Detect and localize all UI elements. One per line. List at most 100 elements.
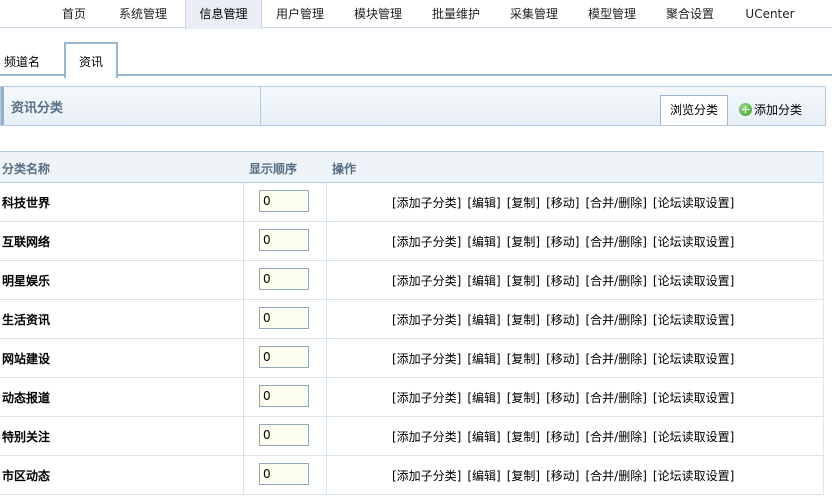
column-divider — [326, 378, 327, 416]
add-subcategory-link[interactable]: [添加子分类] — [392, 469, 461, 483]
merge-delete-link[interactable]: [合并/删除] — [586, 274, 647, 288]
move-link[interactable]: [移动] — [546, 430, 579, 444]
nav-tab-aggregate[interactable]: 聚合设置 — [658, 0, 722, 28]
move-link[interactable]: [移动] — [546, 235, 579, 249]
top-navigation: 首页 系统管理 信息管理 用户管理 模块管理 批量维护 采集管理 模型管理 聚合… — [0, 0, 832, 29]
add-subcategory-link[interactable]: [添加子分类] — [392, 196, 461, 210]
nav-tab-models[interactable]: 模型管理 — [580, 0, 644, 28]
forum-settings-link[interactable]: [论坛读取设置] — [653, 391, 734, 405]
nav-tab-home[interactable]: 首页 — [50, 0, 98, 28]
add-subcategory-link[interactable]: [添加子分类] — [392, 274, 461, 288]
table-row: 互联网络 [添加子分类] [编辑] [复制] [移动] [合并/删除] [论坛读取设置] — [0, 222, 823, 261]
display-order-input[interactable] — [259, 424, 309, 446]
move-link[interactable]: [移动] — [546, 469, 579, 483]
edit-link[interactable]: [编辑] — [467, 196, 500, 210]
add-subcategory-link[interactable]: [添加子分类] — [392, 352, 461, 366]
forum-settings-link[interactable]: [论坛读取设置] — [653, 196, 734, 210]
copy-link[interactable]: [复制] — [507, 196, 540, 210]
move-link[interactable]: [移动] — [546, 196, 579, 210]
merge-delete-link[interactable]: [合并/删除] — [586, 196, 647, 210]
forum-settings-link[interactable]: [论坛读取设置] — [653, 352, 734, 366]
column-divider — [326, 456, 327, 494]
forum-settings-link[interactable]: [论坛读取设置] — [653, 235, 734, 249]
column-divider — [243, 183, 244, 221]
move-link[interactable]: [移动] — [546, 274, 579, 288]
merge-delete-link[interactable]: [合并/删除] — [586, 469, 647, 483]
display-order-input[interactable] — [259, 463, 309, 485]
category-name: 网站建设 — [2, 352, 51, 366]
edit-link[interactable]: [编辑] — [467, 235, 500, 249]
column-divider — [243, 300, 244, 338]
forum-settings-link[interactable]: [论坛读取设置] — [653, 313, 734, 327]
section-title: 资讯分类 — [11, 101, 64, 116]
add-category-label: 添加分类 — [754, 103, 803, 117]
copy-link[interactable]: [复制] — [507, 352, 540, 366]
edit-link[interactable]: [编辑] — [467, 469, 500, 483]
edit-link[interactable]: [编辑] — [467, 313, 500, 327]
copy-link[interactable]: [复制] — [507, 391, 540, 405]
merge-delete-link[interactable]: [合并/删除] — [586, 313, 647, 327]
move-link[interactable]: [移动] — [546, 313, 579, 327]
column-divider — [326, 339, 327, 377]
forum-settings-link[interactable]: [论坛读取设置] — [653, 469, 734, 483]
add-subcategory-link[interactable]: [添加子分类] — [392, 235, 461, 249]
edit-link[interactable]: [编辑] — [467, 391, 500, 405]
display-order-input[interactable] — [259, 229, 309, 251]
edit-link[interactable]: [编辑] — [467, 352, 500, 366]
merge-delete-link[interactable]: [合并/删除] — [586, 391, 647, 405]
row-actions: [添加子分类] [编辑] [复制] [移动] [合并/删除] [论坛读取设置] — [392, 389, 740, 406]
merge-delete-link[interactable]: [合并/删除] — [586, 235, 647, 249]
display-order-input[interactable] — [259, 385, 309, 407]
header-category-name: 分类名称 — [2, 162, 51, 176]
browse-categories-button[interactable]: 浏览分类 — [660, 95, 728, 125]
copy-link[interactable]: [复制] — [507, 469, 540, 483]
section-divider — [260, 87, 261, 125]
nav-tab-modules[interactable]: 模块管理 — [346, 0, 410, 28]
table-body: 科技世界 [添加子分类][编辑][复制][移动][合并/删除][论坛读取设置] … — [0, 183, 823, 495]
column-divider — [326, 183, 327, 221]
edit-link[interactable]: [编辑] — [467, 430, 500, 444]
merge-delete-link[interactable]: [合并/删除] — [586, 430, 647, 444]
copy-link[interactable]: [复制] — [507, 430, 540, 444]
copy-link[interactable]: [复制] — [507, 235, 540, 249]
nav-tab-collect[interactable]: 采集管理 — [502, 0, 566, 28]
channel-bar: 频道名 资讯 — [0, 42, 832, 78]
column-divider — [243, 339, 244, 377]
column-divider — [243, 378, 244, 416]
row-actions: [添加子分类] [编辑] [复制] [移动] [合并/删除] [论坛读取设置] — [392, 467, 740, 484]
move-link[interactable]: [移动] — [546, 391, 579, 405]
nav-tab-batch[interactable]: 批量维护 — [424, 0, 488, 28]
edit-link[interactable]: [编辑] — [467, 274, 500, 288]
merge-delete-link[interactable]: [合并/删除] — [586, 352, 647, 366]
display-order-input[interactable] — [259, 307, 309, 329]
display-order-input[interactable] — [259, 268, 309, 290]
table-row: 特别关注 [添加子分类] [编辑] [复制] [移动] [合并/删除] [论坛读取设置] — [0, 417, 823, 456]
nav-tab-ucenter[interactable]: UCenter — [736, 0, 804, 28]
column-divider — [326, 261, 327, 299]
column-divider — [243, 261, 244, 299]
display-order-input[interactable] — [259, 190, 309, 212]
forum-settings-link[interactable]: [论坛读取设置] — [653, 430, 734, 444]
table-row: 网站建设 [添加子分类] [编辑] [复制] [移动] [合并/删除] [论坛读取设置] — [0, 339, 823, 378]
add-category-button[interactable]: 添加分类 — [739, 101, 802, 119]
forum-settings-link[interactable]: [论坛读取设置] — [653, 274, 734, 288]
row-actions: [添加子分类] [编辑] [复制] [移动] [合并/删除] [论坛读取设置] — [392, 428, 740, 445]
copy-link[interactable]: [复制] — [507, 313, 540, 327]
category-name: 明星娱乐 — [2, 274, 51, 288]
row-actions: [添加子分类] [编辑] [复制] [移动] [合并/删除] [论坛读取设置] — [392, 194, 740, 211]
header-actions: 操作 — [332, 162, 357, 176]
category-name: 互联网络 — [2, 235, 51, 249]
display-order-input[interactable] — [259, 346, 309, 368]
move-link[interactable]: [移动] — [546, 352, 579, 366]
column-divider — [326, 300, 327, 338]
add-subcategory-link[interactable]: [添加子分类] — [392, 391, 461, 405]
add-subcategory-link[interactable]: [添加子分类] — [392, 313, 461, 327]
row-actions: [添加子分类] [编辑] [复制] [移动] [合并/删除] [论坛读取设置] — [392, 311, 740, 328]
nav-tab-system[interactable]: 系统管理 — [110, 0, 176, 28]
add-subcategory-link[interactable]: [添加子分类] — [392, 430, 461, 444]
copy-link[interactable]: [复制] — [507, 274, 540, 288]
table-row: 明星娱乐 [添加子分类] [编辑] [复制] [移动] [合并/删除] [论坛读取设置] — [0, 261, 823, 300]
channel-tab-news[interactable]: 资讯 — [64, 42, 118, 78]
nav-tab-users[interactable]: 用户管理 — [268, 0, 332, 28]
nav-tab-info[interactable]: 信息管理 — [185, 0, 262, 29]
